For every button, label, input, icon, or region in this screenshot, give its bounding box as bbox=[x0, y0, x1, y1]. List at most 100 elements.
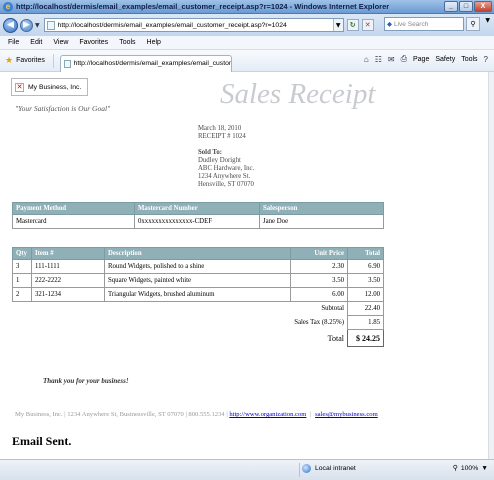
back-button[interactable]: ◀ bbox=[3, 17, 18, 33]
table-row: 1 222-2222 Square Widgets, painted white… bbox=[12, 273, 384, 288]
address-bar[interactable]: http://localhost/dermis/email_examples/e… bbox=[43, 18, 344, 32]
item-total: 6.90 bbox=[347, 259, 384, 274]
total-value: $ 24.25 bbox=[347, 329, 384, 347]
tax-label: Sales Tax (8.25%) bbox=[294, 319, 344, 326]
search-options-dropdown-icon[interactable]: ▼ bbox=[485, 17, 490, 24]
receipt-meta: March 18, 2010 RECEIPT # 1024 Sold To: D… bbox=[198, 125, 254, 189]
receipt-date: March 18, 2010 bbox=[198, 125, 242, 132]
zoom-level: 100% bbox=[460, 464, 479, 472]
address-dropdown-icon[interactable]: ▼ bbox=[332, 19, 343, 31]
minimize-button[interactable]: _ bbox=[444, 1, 458, 12]
feeds-icon[interactable]: ☷ bbox=[375, 55, 382, 64]
item-number: 222-2222 bbox=[31, 273, 105, 288]
total-row: Total $ 24.25 bbox=[13, 329, 384, 347]
browser-tab[interactable]: http://localhost/dermis/email_examples/e… bbox=[59, 54, 232, 72]
recent-pages-dropdown-icon[interactable]: ▼ bbox=[35, 22, 40, 29]
receipt-heading: Sales Receipt bbox=[220, 78, 376, 110]
search-placeholder: Live Search bbox=[394, 21, 429, 28]
status-text bbox=[0, 463, 300, 477]
item-description: Round Widgets, polished to a shine bbox=[104, 259, 291, 274]
subtotal-label: Subtotal bbox=[321, 305, 344, 313]
title-bar: e http://localhost/dermis/email_examples… bbox=[0, 0, 494, 14]
forward-button[interactable]: ▶ bbox=[20, 18, 33, 32]
payment-header: Mastercard Number bbox=[134, 202, 260, 215]
table-row: Mastercard 0xxxxxxxxxxxxxxx-CDEF Jane Do… bbox=[12, 214, 384, 229]
salesperson: Jane Doe bbox=[259, 214, 384, 229]
menu-bar: File Edit View Favorites Tools Help bbox=[0, 36, 494, 50]
favorites-star-icon[interactable]: ★ bbox=[5, 55, 13, 66]
close-button[interactable]: X bbox=[474, 1, 492, 12]
stop-button[interactable]: ✕ bbox=[361, 19, 374, 31]
ie-logo-icon: e bbox=[3, 1, 13, 12]
window-title: http://localhost/dermis/email_examples/e… bbox=[16, 2, 390, 11]
home-icon[interactable]: ⌂ bbox=[364, 55, 369, 64]
items-header: Description bbox=[104, 247, 291, 260]
zoom-control[interactable]: ⚲ 100% ▼ bbox=[452, 464, 488, 473]
receipt-number: RECEIPT # 1024 bbox=[198, 133, 246, 140]
table-row: 3 111-1111 Round Widgets, polished to a … bbox=[12, 259, 384, 274]
refresh-button[interactable]: ↻ bbox=[346, 19, 359, 31]
menu-tools[interactable]: Tools bbox=[119, 39, 135, 46]
menu-view[interactable]: View bbox=[53, 39, 68, 46]
item-unit-price: 3.50 bbox=[290, 273, 348, 288]
zoom-icon: ⚲ bbox=[452, 465, 458, 472]
email-sent-message: Email Sent. bbox=[12, 434, 72, 448]
item-description: Square Widgets, painted white bbox=[104, 273, 291, 288]
zone-label: Local intranet bbox=[315, 465, 356, 472]
item-unit-price: 2.30 bbox=[290, 259, 348, 274]
slogan: "Your Satisfaction is Our Goal" bbox=[15, 104, 111, 113]
item-description: Triangular Widgets, brushed aluminum bbox=[104, 287, 291, 302]
tab-page-icon bbox=[63, 59, 71, 68]
item-number: 111-1111 bbox=[31, 259, 105, 274]
item-total: 12.00 bbox=[347, 287, 384, 302]
maximize-button[interactable]: □ bbox=[459, 1, 473, 12]
email-link[interactable]: sales@mybusiness.com bbox=[315, 411, 378, 418]
item-qty: 1 bbox=[12, 273, 32, 288]
item-number: 321-1234 bbox=[31, 287, 105, 302]
search-input[interactable]: ◆ Live Search bbox=[384, 17, 464, 31]
search-button[interactable]: ⚲ bbox=[466, 17, 480, 31]
favorites-button[interactable]: Favorites bbox=[16, 57, 45, 64]
items-header: Total bbox=[347, 247, 384, 260]
menu-file[interactable]: File bbox=[8, 39, 19, 46]
page-content: ✕ My Business, Inc. Sales Receipt "Your … bbox=[0, 72, 488, 459]
page-icon bbox=[46, 20, 55, 30]
customer-name: Dudley Doright bbox=[198, 157, 241, 164]
menu-help[interactable]: Help bbox=[147, 39, 161, 46]
items-header: Unit Price bbox=[290, 247, 348, 260]
item-total: 3.50 bbox=[347, 273, 384, 288]
mail-icon[interactable]: ✉ bbox=[388, 55, 395, 64]
items-table: Qty Item # Description Unit Price Total … bbox=[12, 247, 384, 347]
payment-table: Payment Method Mastercard Number Salespe… bbox=[12, 202, 384, 229]
status-bar: Local intranet ⚲ 100% ▼ bbox=[0, 459, 494, 480]
table-row: 2 321-1234 Triangular Widgets, brushed a… bbox=[12, 287, 384, 302]
tax-row: Sales Tax (8.25%) 1.85 bbox=[13, 315, 384, 330]
website-link[interactable]: http://www.organization.com bbox=[229, 411, 306, 418]
item-unit-price: 6.00 bbox=[290, 287, 348, 302]
menu-favorites[interactable]: Favorites bbox=[79, 39, 108, 46]
page-menu[interactable]: Page bbox=[413, 56, 429, 63]
item-qty: 3 bbox=[12, 259, 32, 274]
payment-header: Payment Method bbox=[12, 202, 135, 215]
favorites-bar: ★ Favorites http://localhost/dermis/emai… bbox=[0, 50, 494, 72]
window-controls: _ □ X bbox=[444, 1, 492, 12]
vertical-scrollbar[interactable] bbox=[488, 72, 494, 459]
zoom-dropdown-icon[interactable]: ▼ bbox=[481, 465, 488, 472]
logo-alt-text: My Business, Inc. bbox=[28, 83, 82, 91]
live-search-icon: ◆ bbox=[387, 21, 392, 28]
menu-edit[interactable]: Edit bbox=[30, 39, 42, 46]
security-zone[interactable]: Local intranet bbox=[302, 464, 356, 473]
tax-value: 1.85 bbox=[347, 315, 384, 330]
item-qty: 2 bbox=[12, 287, 32, 302]
print-icon[interactable]: ⎙ bbox=[401, 54, 407, 64]
subtotal-row: Subtotal 22.40 bbox=[13, 301, 384, 316]
command-bar: ⌂ ☷ ✉ ⎙ Page Safety Tools ? bbox=[364, 54, 488, 64]
tab-title: http://localhost/dermis/email_examples/e… bbox=[73, 60, 231, 67]
payment-method: Mastercard bbox=[12, 214, 135, 229]
footer-divider: | bbox=[310, 411, 312, 418]
customer-street: 1234 Anywhere St. bbox=[198, 173, 251, 180]
address-url[interactable]: http://localhost/dermis/email_examples/e… bbox=[58, 22, 333, 29]
help-icon[interactable]: ? bbox=[484, 55, 488, 64]
tools-menu[interactable]: Tools bbox=[461, 56, 477, 63]
safety-menu[interactable]: Safety bbox=[435, 56, 455, 63]
